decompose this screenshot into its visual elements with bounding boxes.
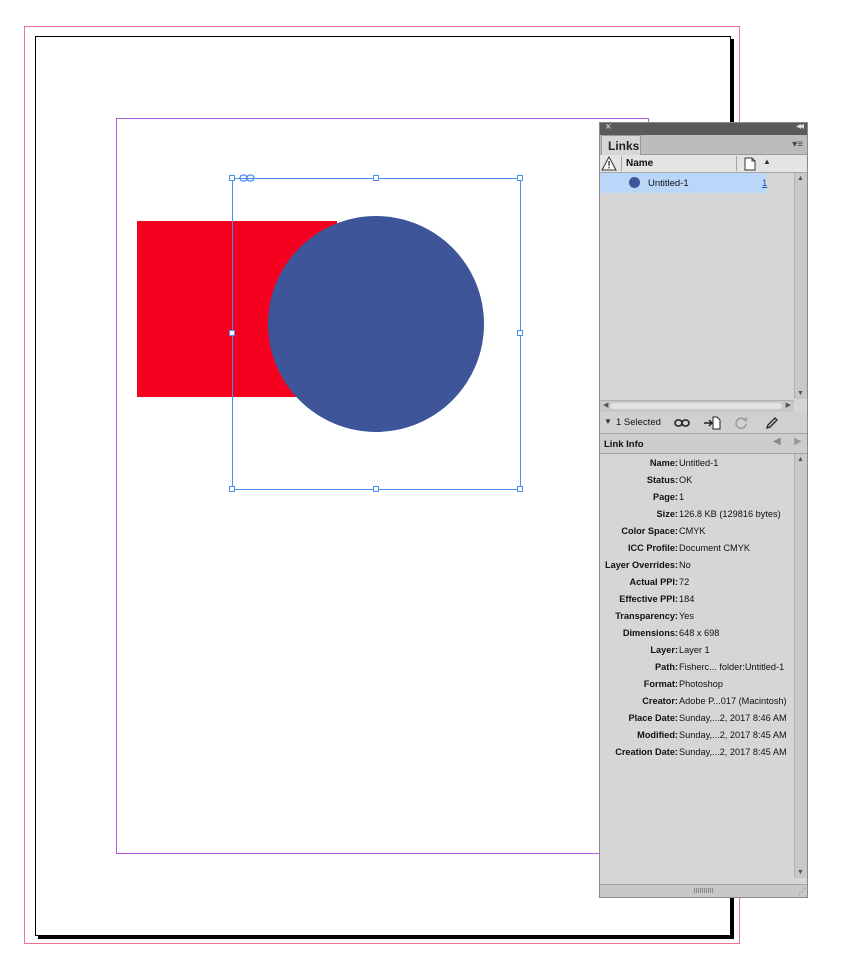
- info-row-format: Format: Photoshop: [643, 679, 723, 689]
- info-row-icc-profile: ICC Profile: Document CMYK: [627, 543, 750, 553]
- scroll-down-icon[interactable]: ▼: [797, 390, 804, 397]
- edit-original-icon[interactable]: [765, 416, 779, 430]
- handle-bottom-center[interactable]: [373, 486, 379, 492]
- info-row-layer-overrides: Layer Overrides: No: [604, 560, 691, 570]
- tab-links[interactable]: Links: [601, 135, 641, 156]
- column-separator: [621, 156, 622, 171]
- handle-bottom-right[interactable]: [517, 486, 523, 492]
- links-list-vertical-scrollbar[interactable]: ▲ ▼: [794, 173, 807, 399]
- link-name: Untitled-1: [648, 178, 689, 189]
- info-row-place-date: Place Date: Sunday,...2, 2017 8:46 AM: [628, 713, 787, 723]
- link-info-header: Link Info ◀ ▶: [600, 434, 807, 454]
- handle-middle-right[interactable]: [517, 330, 523, 336]
- handle-top-right[interactable]: [517, 175, 523, 181]
- embedded-circle-icon: [629, 177, 640, 188]
- scroll-up-icon[interactable]: ▲: [797, 175, 804, 182]
- panel-menu-icon[interactable]: ▾≡: [792, 139, 803, 150]
- scroll-right-icon[interactable]: ▶: [786, 401, 791, 409]
- sort-ascending-icon[interactable]: ▲: [763, 157, 771, 166]
- close-panel-icon[interactable]: ×: [605, 121, 611, 133]
- info-row-creator: Creator: Adobe P...017 (Macintosh): [642, 696, 787, 706]
- panel-title-bar[interactable]: × ◂◂: [600, 121, 807, 135]
- info-row-layer: Layer: Layer 1: [650, 645, 710, 655]
- column-separator: [736, 156, 737, 171]
- info-row-page: Page: 1: [652, 492, 685, 502]
- handle-top-left[interactable]: [229, 175, 235, 181]
- warning-icon[interactable]: [601, 156, 617, 171]
- info-row-creation-date: Creation Date: Sunday,...2, 2017 8:45 AM: [615, 747, 787, 757]
- links-panel: × ◂◂ Links ▾≡ Name ▲ Untitled-1 1 ▲ ▼ ◀ …: [599, 121, 808, 898]
- info-row-status: Status: OK: [646, 475, 693, 485]
- info-row-size: Size: 126.8 KB (129816 bytes): [656, 509, 781, 519]
- scroll-left-icon[interactable]: ◀: [603, 401, 608, 409]
- link-list-item[interactable]: Untitled-1 1: [600, 173, 767, 193]
- links-list[interactable]: [600, 173, 794, 401]
- handle-top-center[interactable]: [373, 175, 379, 181]
- resize-grip-icon[interactable]: [694, 888, 714, 893]
- scroll-up-icon[interactable]: ▲: [797, 456, 804, 463]
- next-link-icon[interactable]: ▶: [794, 436, 802, 447]
- collapse-panel-icon[interactable]: ◂◂: [796, 121, 804, 132]
- info-row-name: Name: Untitled-1: [649, 458, 719, 468]
- info-row-path: Path: Fisherc... folder:Untitled-1: [655, 662, 785, 672]
- info-row-dimensions: Dimensions: 648 x 698: [622, 628, 720, 638]
- link-info-vertical-scrollbar[interactable]: ▲ ▼: [794, 454, 807, 878]
- info-row-color-space: Color Space: CMYK: [621, 526, 706, 536]
- panel-resize-bar[interactable]: ⋰: [600, 884, 807, 897]
- scroll-track[interactable]: [610, 403, 782, 409]
- links-column-header: Name ▲: [600, 155, 807, 173]
- link-chain-icon[interactable]: [239, 173, 255, 183]
- links-toolbar: ▼ 1 Selected: [600, 412, 807, 434]
- handle-bottom-left[interactable]: [229, 486, 235, 492]
- previous-link-icon[interactable]: ◀: [773, 436, 781, 447]
- info-row-effective-ppi: Effective PPI: 184: [619, 594, 695, 604]
- graphic-frame-selection[interactable]: [232, 178, 521, 490]
- scroll-down-icon[interactable]: ▼: [797, 869, 804, 876]
- relink-icon[interactable]: [674, 416, 690, 430]
- link-info-list: Name: Untitled-1 Status: OK Page: 1 Size: 12…: [600, 454, 794, 878]
- goto-link-icon[interactable]: [703, 416, 721, 430]
- corner-resize-icon[interactable]: ⋰: [798, 887, 806, 896]
- info-row-transparency: Transparency: Yes: [615, 611, 694, 621]
- info-row-modified: Modified: Sunday,...2, 2017 8:45 AM: [637, 730, 787, 740]
- links-list-horizontal-scrollbar[interactable]: ◀ ▶: [600, 400, 794, 412]
- info-row-actual-ppi: Actual PPI: 72: [629, 577, 690, 587]
- show-link-info-toggle[interactable]: ▼: [604, 417, 612, 426]
- link-info-title: Link Info: [604, 439, 644, 450]
- selection-count: 1 Selected: [616, 417, 661, 428]
- update-link-icon[interactable]: [734, 416, 748, 430]
- link-page-number[interactable]: 1: [762, 178, 767, 189]
- handle-middle-left[interactable]: [229, 330, 235, 336]
- page-column-icon[interactable]: [744, 157, 756, 171]
- column-name-header[interactable]: Name: [626, 158, 653, 169]
